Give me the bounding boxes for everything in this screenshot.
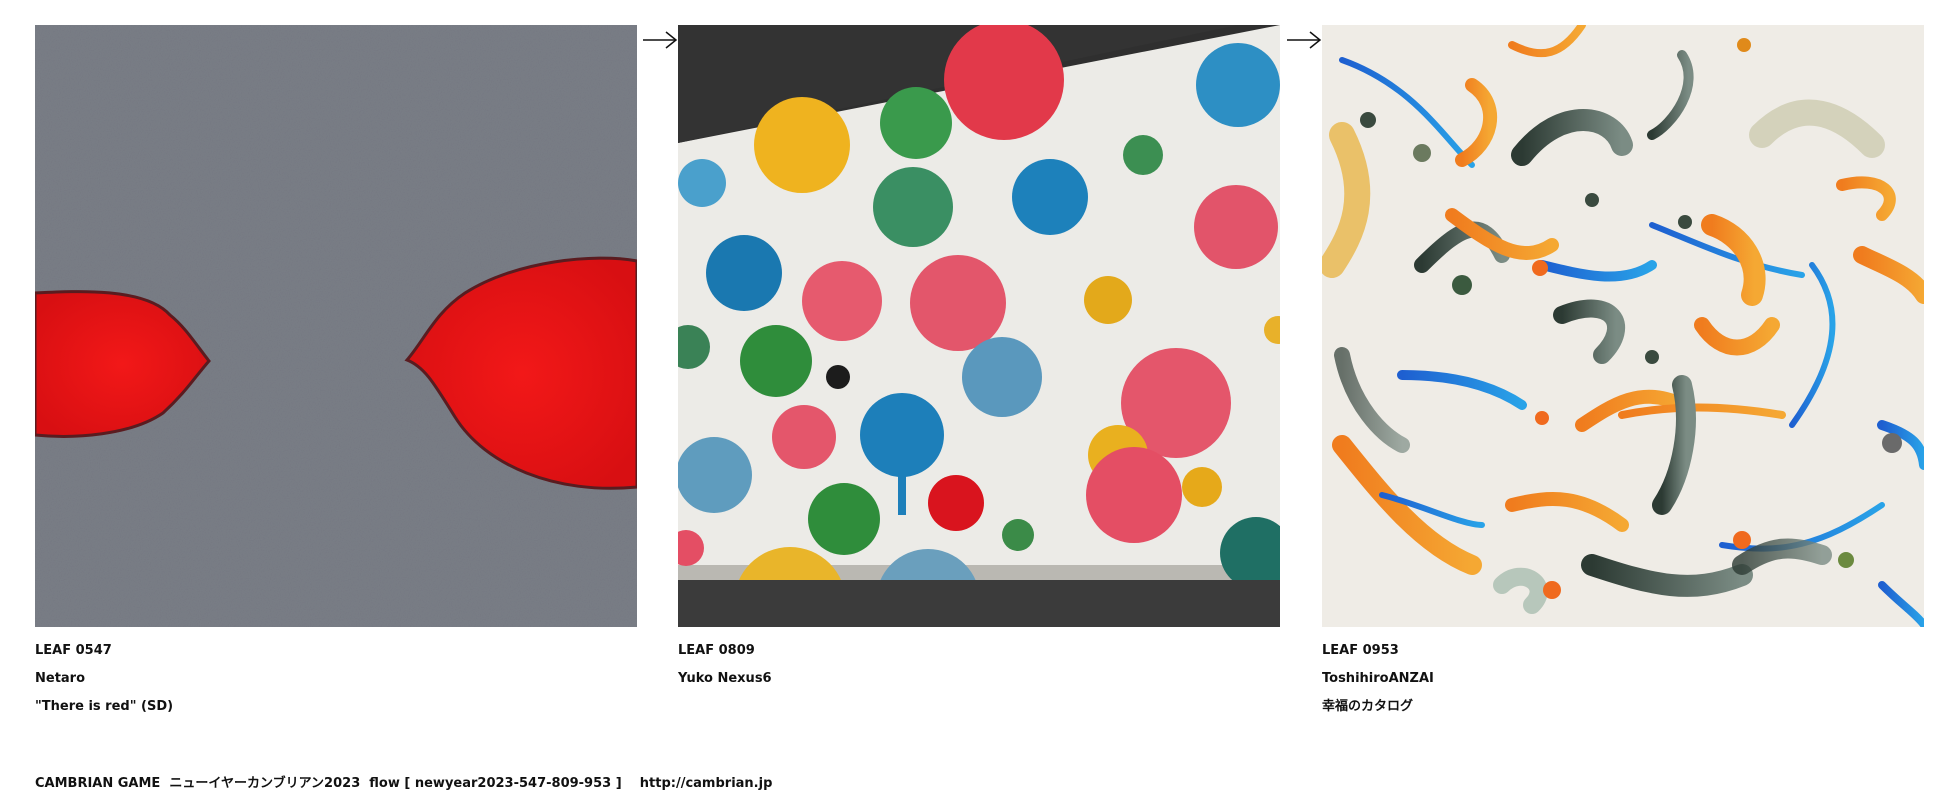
leaf-card-0809: LEAF 0809 Yuko Nexus6 bbox=[678, 25, 1280, 721]
leaf-author: ToshihiroANZAI bbox=[1322, 671, 1434, 686]
footer-credit: CAMBRIAN GAME ニューイヤーカンブリアン2023 flow [ ne… bbox=[35, 776, 773, 791]
leaf-title bbox=[678, 693, 1280, 721]
leaf-image-0953[interactable] bbox=[1322, 25, 1924, 627]
leaf-card-0953: LEAF 0953 ToshihiroANZAI 幸福のカタログ bbox=[1322, 25, 1924, 721]
leaf-title: "There is red" (SD) bbox=[35, 699, 174, 714]
arrow-right-icon bbox=[643, 31, 678, 49]
leaf-title: 幸福のカタログ bbox=[1322, 699, 1414, 714]
leaf-author: Netaro bbox=[35, 671, 86, 686]
arrow-right-icon bbox=[1287, 31, 1322, 49]
leaf-image-0547[interactable] bbox=[35, 25, 637, 627]
leaf-author: Yuko Nexus6 bbox=[678, 671, 772, 686]
leaf-id: LEAF 0953 bbox=[1322, 643, 1399, 658]
leaf-id: LEAF 0547 bbox=[35, 643, 112, 658]
leaf-id: LEAF 0809 bbox=[678, 643, 755, 658]
leaf-card-0547: LEAF 0547 Netaro "There is red" (SD) bbox=[35, 25, 637, 721]
leaf-image-0809[interactable] bbox=[678, 25, 1280, 627]
